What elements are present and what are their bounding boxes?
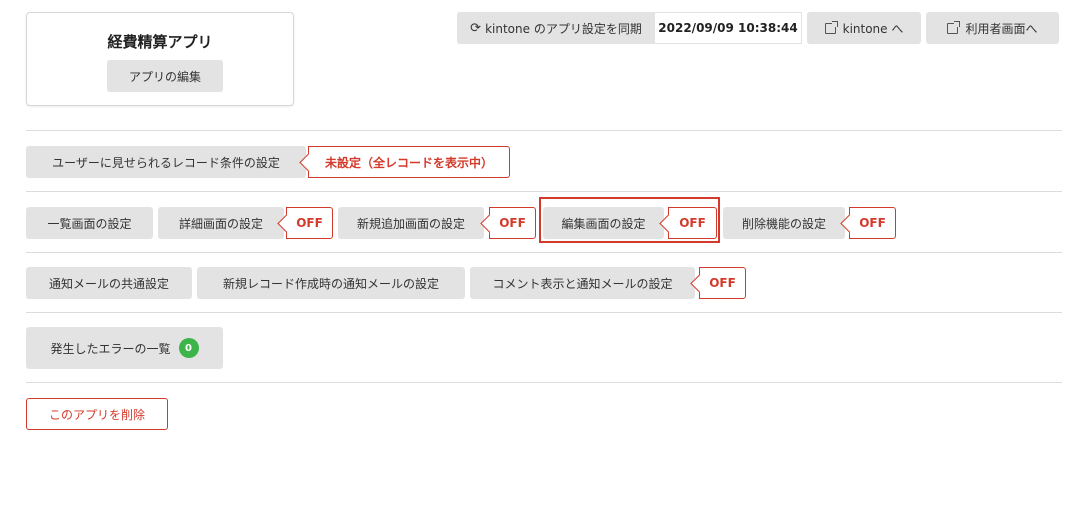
user-screen-link-label: 利用者画面へ [965,21,1038,36]
divider [26,312,1062,313]
user-screen-link-button[interactable]: 利用者画面へ [926,12,1059,44]
sync-settings-button[interactable]: ⟳ kintone のアプリ設定を同期 [457,12,655,44]
detail-screen-settings-button[interactable]: 詳細画面の設定 [158,207,284,239]
delete-feature-settings-button[interactable]: 削除機能の設定 [723,207,845,239]
sync-icon: ⟳ [470,20,482,36]
comment-notification-status: OFF [699,267,746,299]
app-title: 経費精算アプリ [107,33,213,51]
detail-screen-status: OFF [286,207,333,239]
kintone-link-button[interactable]: kintone へ [807,12,921,44]
add-screen-status: OFF [489,207,536,239]
divider [26,252,1062,253]
list-screen-settings-button[interactable]: 一覧画面の設定 [26,207,153,239]
error-list-button[interactable]: 発生したエラーの一覧 0 [26,327,223,369]
divider [26,130,1062,131]
sync-timestamp: 2022/09/09 10:38:44 [655,12,802,44]
divider [26,191,1062,192]
record-conditions-button[interactable]: ユーザーに見せられるレコード条件の設定 [26,146,306,178]
sync-settings-label: kintone のアプリ設定を同期 [485,21,642,36]
kintone-link-label: kintone へ [842,21,904,36]
record-conditions-status: 未設定（全レコードを表示中） [308,146,510,178]
divider [26,382,1062,383]
delete-feature-status: OFF [849,207,896,239]
add-screen-settings-button[interactable]: 新規追加画面の設定 [338,207,484,239]
error-list-label: 発生したエラーの一覧 [50,341,171,356]
new-record-notification-button[interactable]: 新規レコード作成時の通知メールの設定 [197,267,465,299]
comment-notification-button[interactable]: コメント表示と通知メールの設定 [470,267,695,299]
notification-common-settings-button[interactable]: 通知メールの共通設定 [26,267,192,299]
edit-app-button[interactable]: アプリの編集 [107,60,223,92]
error-count-badge: 0 [178,338,199,358]
external-link-icon [824,20,838,34]
app-card: 経費精算アプリ アプリの編集 [26,12,294,106]
highlight-box [539,197,720,243]
external-link-icon [947,20,961,34]
delete-app-button[interactable]: このアプリを削除 [26,398,168,430]
